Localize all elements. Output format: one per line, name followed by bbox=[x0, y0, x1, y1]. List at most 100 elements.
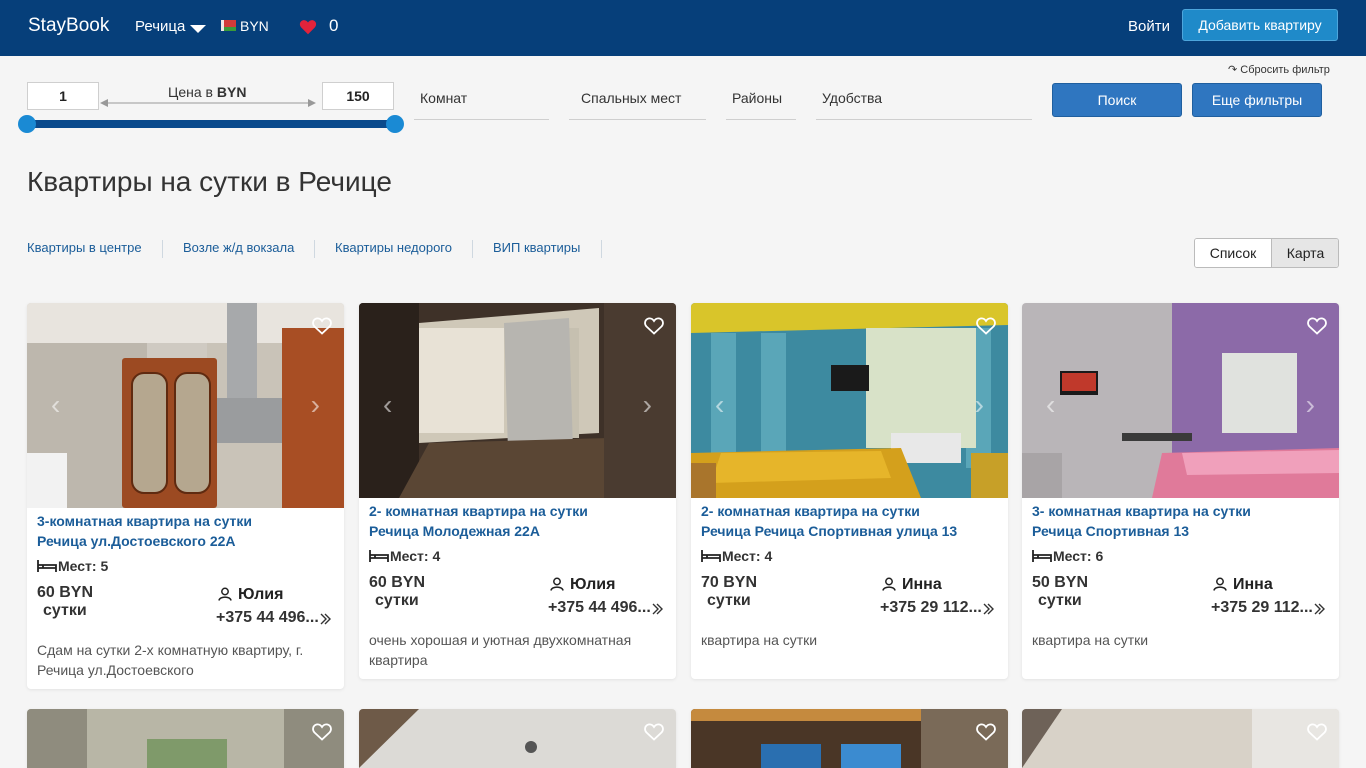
listing-photo[interactable]: ‹ › bbox=[359, 303, 676, 498]
price-min-input[interactable]: 1 bbox=[27, 82, 99, 110]
currency-selector[interactable]: BYN bbox=[240, 18, 269, 34]
listing-phone[interactable]: +375 44 496... bbox=[548, 599, 664, 617]
bed-icon bbox=[37, 560, 57, 572]
user-icon bbox=[1213, 577, 1227, 591]
listing-places: Мест: 6 bbox=[1032, 548, 1103, 564]
listing-photo[interactable] bbox=[359, 709, 676, 768]
listing-places: Мест: 4 bbox=[369, 548, 440, 564]
divider bbox=[314, 240, 315, 258]
favorites-count[interactable]: 0 bbox=[329, 16, 338, 36]
heart-icon[interactable] bbox=[299, 18, 317, 36]
listing-card[interactable]: ‹ › 2- комнатная квартира на сутки Речиц… bbox=[359, 303, 676, 679]
listing-price: 50 BYN сутки bbox=[1032, 574, 1089, 609]
page-title: Квартиры на сутки в Речице bbox=[27, 166, 392, 197]
arrow-left-icon[interactable]: ‹ bbox=[715, 391, 724, 419]
divider bbox=[472, 240, 473, 258]
arrow-left-icon[interactable]: ‹ bbox=[1046, 391, 1055, 419]
listing-description: квартира на сутки bbox=[701, 632, 818, 648]
listing-phone[interactable]: +375 29 112... bbox=[1211, 599, 1326, 617]
listing-photo[interactable] bbox=[27, 709, 344, 768]
listing-card[interactable] bbox=[359, 709, 676, 768]
listing-title[interactable]: 2- комнатная квартира на сутки Речица Мо… bbox=[369, 501, 669, 541]
listing-description: Сдам на сутки 2-х комнатную квартиру, г.… bbox=[37, 642, 304, 678]
listing-card[interactable]: ‹ › 3-комнатная квартира на сутки Речица… bbox=[27, 303, 344, 689]
add-apartment-button[interactable]: Добавить квартиру bbox=[1182, 9, 1338, 41]
listing-title[interactable]: 3-комнатная квартира на сутки Речица ул.… bbox=[37, 511, 337, 551]
heart-icon[interactable] bbox=[312, 723, 332, 741]
quick-link-station[interactable]: Возле ж/д вокзала bbox=[183, 240, 294, 255]
arrow-right-icon[interactable]: › bbox=[1306, 391, 1315, 419]
listing-owner: Инна bbox=[882, 576, 942, 594]
arrow-right-icon[interactable]: › bbox=[975, 391, 984, 419]
flag-icon bbox=[221, 20, 236, 31]
chevron-right-icon[interactable] bbox=[652, 603, 664, 615]
price-slider-min-handle[interactable] bbox=[18, 115, 36, 133]
listing-places: Мест: 4 bbox=[701, 548, 772, 564]
rooms-dropdown[interactable]: Комнат bbox=[414, 88, 549, 120]
listing-owner: Юлия bbox=[550, 576, 615, 594]
search-button[interactable]: Поиск bbox=[1052, 83, 1182, 117]
heart-icon[interactable] bbox=[1307, 317, 1327, 335]
divider bbox=[601, 240, 602, 258]
heart-icon[interactable] bbox=[976, 317, 996, 335]
more-filters-button[interactable]: Еще фильтры bbox=[1192, 83, 1322, 117]
reset-filter-link[interactable]: ↷ Сбросить фильтр bbox=[1228, 63, 1330, 76]
beds-dropdown[interactable]: Спальных мест bbox=[569, 88, 706, 120]
listing-description: очень хорошая и уютная двухкомнатная ква… bbox=[369, 632, 632, 668]
price-slider-track[interactable] bbox=[27, 120, 394, 128]
login-link[interactable]: Войти bbox=[1128, 18, 1170, 35]
heart-icon[interactable] bbox=[644, 317, 664, 335]
listing-title[interactable]: 3- комнатная квартира на сутки Речица Сп… bbox=[1032, 501, 1332, 541]
listing-card[interactable] bbox=[691, 709, 1008, 768]
listing-photo[interactable]: ‹ › bbox=[1022, 303, 1339, 498]
city-selector[interactable]: Речица bbox=[135, 18, 185, 35]
view-list-button[interactable]: Список bbox=[1195, 239, 1272, 267]
quick-link-cheap[interactable]: Квартиры недорого bbox=[335, 240, 452, 255]
bed-icon bbox=[369, 550, 389, 562]
listing-phone[interactable]: +375 29 112... bbox=[880, 599, 995, 617]
listing-owner: Инна bbox=[1213, 576, 1273, 594]
quick-link-vip[interactable]: ВИП квартиры bbox=[493, 240, 580, 255]
price-slider-max-handle[interactable] bbox=[386, 115, 404, 133]
chevron-right-icon[interactable] bbox=[1314, 603, 1326, 615]
price-max-input[interactable]: 150 bbox=[322, 82, 394, 110]
arrow-left-icon[interactable]: ‹ bbox=[383, 391, 392, 419]
arrow-left-icon[interactable]: ‹ bbox=[51, 391, 60, 419]
listing-places: Мест: 5 bbox=[37, 558, 108, 574]
listing-owner: Юлия bbox=[218, 586, 283, 604]
listing-card[interactable] bbox=[27, 709, 344, 768]
listing-photo[interactable] bbox=[1022, 709, 1339, 768]
quick-link-center[interactable]: Квартиры в центре bbox=[27, 240, 142, 255]
user-icon bbox=[550, 577, 564, 591]
brand-logo[interactable]: StayBook bbox=[28, 15, 109, 37]
caret-down-icon[interactable] bbox=[190, 25, 206, 33]
arrow-right-icon[interactable]: › bbox=[311, 391, 320, 419]
arrow-right-icon[interactable]: › bbox=[643, 391, 652, 419]
listing-description: квартира на сутки bbox=[1032, 632, 1149, 648]
divider bbox=[162, 240, 163, 258]
user-icon bbox=[218, 587, 232, 601]
double-arrow-icon bbox=[100, 99, 316, 107]
listing-card[interactable] bbox=[1022, 709, 1339, 768]
listing-title[interactable]: 2- комнатная квартира на сутки Речица Ре… bbox=[701, 501, 1001, 541]
listing-photo[interactable]: ‹ › bbox=[27, 303, 344, 508]
listing-card[interactable]: ‹ › 2- комнатная квартира на сутки Речиц… bbox=[691, 303, 1008, 679]
listing-photo[interactable]: ‹ › bbox=[691, 303, 1008, 498]
price-label: Цена в BYN bbox=[168, 84, 247, 100]
listing-phone[interactable]: +375 44 496... bbox=[216, 609, 332, 627]
view-toggle: Список Карта bbox=[1194, 238, 1339, 268]
heart-icon[interactable] bbox=[1307, 723, 1327, 741]
heart-icon[interactable] bbox=[312, 317, 332, 335]
listing-photo[interactable] bbox=[691, 709, 1008, 768]
listing-price: 60 BYN сутки bbox=[369, 574, 426, 609]
chevron-right-icon[interactable] bbox=[983, 603, 995, 615]
amenities-dropdown[interactable]: Удобства bbox=[816, 88, 1032, 120]
districts-dropdown[interactable]: Районы bbox=[726, 88, 796, 120]
chevron-right-icon[interactable] bbox=[320, 613, 332, 625]
listing-card[interactable]: ‹ › 3- комнатная квартира на сутки Речиц… bbox=[1022, 303, 1339, 679]
view-map-button[interactable]: Карта bbox=[1272, 239, 1338, 267]
heart-icon[interactable] bbox=[644, 723, 664, 741]
bed-icon bbox=[701, 550, 721, 562]
user-icon bbox=[882, 577, 896, 591]
heart-icon[interactable] bbox=[976, 723, 996, 741]
